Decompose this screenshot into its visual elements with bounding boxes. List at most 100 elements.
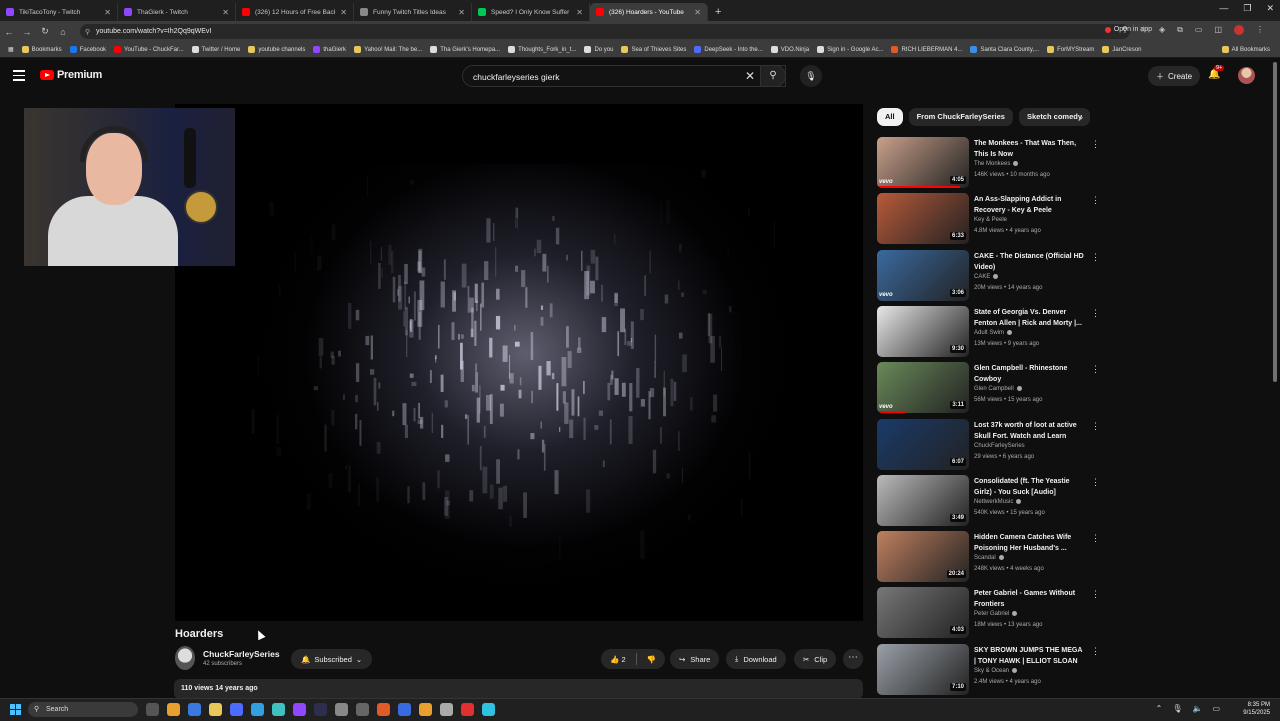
taskbar-app-icon[interactable] [272,703,285,716]
extensions-puzzle-icon[interactable]: ⧉ [1177,25,1183,35]
recommendation-channel[interactable]: Glen Campbell [974,386,1022,392]
recommendation-item[interactable]: 20:24 Hidden Camera Catches Wife Poisonin… [877,531,1100,584]
bookmark-item[interactable]: Do you [580,46,617,53]
bookmark-item[interactable]: VDO.Ninja [767,46,813,53]
apps-icon[interactable]: ▦ [4,46,18,53]
recommendation-channel[interactable]: Peter Gabriel [974,611,1018,617]
profile-icon[interactable] [1234,25,1244,35]
taskbar-app-icon[interactable] [482,703,495,716]
video-thumbnail[interactable]: vevo 4:05 [877,137,969,188]
voice-search-button[interactable]: 🎙 [800,65,822,87]
video-thumbnail[interactable]: 7:10 [877,643,969,695]
bookmark-item[interactable]: thaGierk [309,46,350,53]
video-thumbnail[interactable]: 3:49 [877,474,969,526]
recommendation-title[interactable]: Glen Campbell - Rhinestone Cowboy [974,363,1086,385]
recommendation-channel[interactable]: The Monkees [974,161,1019,167]
kebab-menu-icon[interactable]: ⋮ [1091,364,1100,375]
kebab-menu-icon[interactable]: ⋮ [1091,308,1100,319]
dislike-icon[interactable]: 👎 [647,655,656,664]
url-bar[interactable]: ⚲ youtube.com/watch?v=Ih2Qq9qWEvI [80,24,1130,39]
share-button[interactable]: ↪ Share [670,649,720,669]
menu-kebab-icon[interactable]: ⋮ [1256,25,1264,35]
new-tab-icon[interactable]: + [708,3,728,21]
bookmark-item[interactable]: Thoughts_Fork_in_t... [504,46,580,53]
maximize-icon[interactable]: ❐ [1243,3,1251,14]
site-info-icon[interactable]: ⚲ [85,28,90,36]
recommendation-title[interactable]: An Ass-Slapping Addict in Recovery - Key… [974,194,1086,216]
like-button[interactable]: 👍 2 [610,655,626,664]
recommendation-item[interactable]: 6:07 Lost 37k worth of loot at active Sku… [877,418,1100,472]
bookmark-item[interactable]: ForMYStream [1043,46,1098,53]
video-thumbnail[interactable]: 20:24 [877,531,969,583]
channel-name[interactable]: ChuckFarleySeries [203,649,280,659]
bookmark-item[interactable]: DeepSeek - Into the... [690,46,766,53]
recommendation-item[interactable]: 6:33 An Ass-Slapping Addict in Recovery -… [877,193,1100,246]
bookmark-item[interactable]: Sea of Thieves Sites [617,46,690,53]
create-button[interactable]: ＋ Create [1148,66,1201,86]
recommendation-title[interactable]: CAKE - The Distance (Official HD Video) [974,251,1086,273]
windows-start-icon[interactable] [10,704,21,715]
browser-tab[interactable]: Speed? I Only Know Suffer ✕ [472,3,590,21]
volume-icon[interactable]: 🔈 [1192,704,1202,713]
recommendation-channel[interactable]: Scandal [974,555,1004,561]
kebab-menu-icon[interactable]: ⋮ [1091,477,1100,488]
forward-icon[interactable]: → [18,27,36,37]
kebab-menu-icon[interactable]: ⋮ [1091,589,1100,600]
recommendation-item[interactable]: vevo 3:06 CAKE - The Distance (Official HD… [877,249,1100,303]
taskbar-app-icon[interactable] [377,703,390,716]
browser-tab[interactable]: (326) 12 Hours of Free Backgr ✕ [236,3,354,21]
taskbar-app-icon[interactable] [398,703,411,716]
taskbar-app-icon[interactable] [356,703,369,716]
close-tab-icon[interactable]: ✕ [576,8,583,17]
reload-icon[interactable]: ↻ [36,26,54,37]
recommendation-item[interactable]: 3:49 Consolidated (ft. The Yeastie Girlz)… [877,474,1100,528]
clip-button[interactable]: ✂ Clip [794,649,837,669]
video-thumbnail[interactable]: vevo 3:11 [877,362,969,414]
bookmark-item[interactable]: youtube channels [244,46,309,53]
mic-tray-icon[interactable]: 🎙 [1172,704,1182,713]
kebab-menu-icon[interactable]: ⋮ [1091,421,1100,432]
close-tab-icon[interactable]: ✕ [458,8,465,17]
description-box[interactable]: 110 views 14 years ago [174,679,863,699]
recommendation-channel[interactable]: Sky & Ocean [974,667,1018,674]
taskbar-app-icon[interactable] [419,703,432,716]
taskbar-app-icon[interactable] [146,703,159,716]
bookmark-item[interactable]: Tha Gierk's Homepa... [426,46,504,53]
close-window-icon[interactable]: ✕ [1266,3,1274,14]
zoom-icon[interactable]: ⚲ [1122,25,1128,35]
search-button[interactable]: ⚲ [760,65,786,87]
taskbar-app-icon[interactable] [461,703,474,716]
taskbar-app-icon[interactable] [314,703,327,716]
recommendation-item[interactable]: 4:03 Peter Gabriel - Games Without Fronti… [877,587,1100,640]
bookmark-item[interactable]: Santa Clara County,... [966,46,1043,53]
recommendation-title[interactable]: Lost 37k worth of loot at active Skull F… [974,420,1086,442]
browser-tab[interactable]: (326) Hoarders - YouTube ✕ [590,3,708,21]
bookmark-item[interactable]: YouTube - ChuckFar... [110,46,188,53]
recommendation-title[interactable]: Hidden Camera Catches Wife Poisoning Her… [974,532,1086,554]
recommendation-title[interactable]: Consolidated (ft. The Yeastie Girlz) - Y… [974,476,1086,498]
kebab-menu-icon[interactable]: ⋮ [1091,646,1100,657]
scrollbar[interactable] [1273,62,1277,382]
clear-search-icon[interactable]: ✕ [745,69,755,83]
menu-icon[interactable] [13,70,25,84]
taskbar-app-icon[interactable] [230,703,243,716]
kebab-menu-icon[interactable]: ⋮ [1091,252,1100,263]
recommendation-item[interactable]: 9:30 State of Georgia Vs. Denver Fenton A… [877,305,1100,359]
notifications-button[interactable]: 🔔 9+ [1208,65,1225,80]
account-avatar[interactable] [1238,67,1255,84]
taskbar-app-icon[interactable] [167,703,180,716]
close-tab-icon[interactable]: ✕ [104,8,111,17]
taskbar-app-icon[interactable] [293,703,306,716]
recommendation-title[interactable]: State of Georgia Vs. Denver Fenton Allen… [974,307,1086,329]
recommendation-channel[interactable]: CAKE [974,273,999,280]
all-bookmarks-button[interactable]: All Bookmarks [1218,46,1274,53]
video-thumbnail[interactable]: 4:03 [877,587,969,639]
close-tab-icon[interactable]: ✕ [222,8,229,17]
clock[interactable]: 8:35 PM 9/15/2025 [1243,701,1270,717]
taskbar-app-icon[interactable] [188,703,201,716]
bookmark-item[interactable]: Facebook [66,46,110,53]
video-thumbnail[interactable]: vevo 3:06 [877,249,969,301]
browser-tab[interactable]: Funny Twitch Titles Ideas ✕ [354,3,472,21]
search-input[interactable] [471,71,735,83]
chip-1[interactable]: From ChuckFarleySeries [908,108,1013,126]
